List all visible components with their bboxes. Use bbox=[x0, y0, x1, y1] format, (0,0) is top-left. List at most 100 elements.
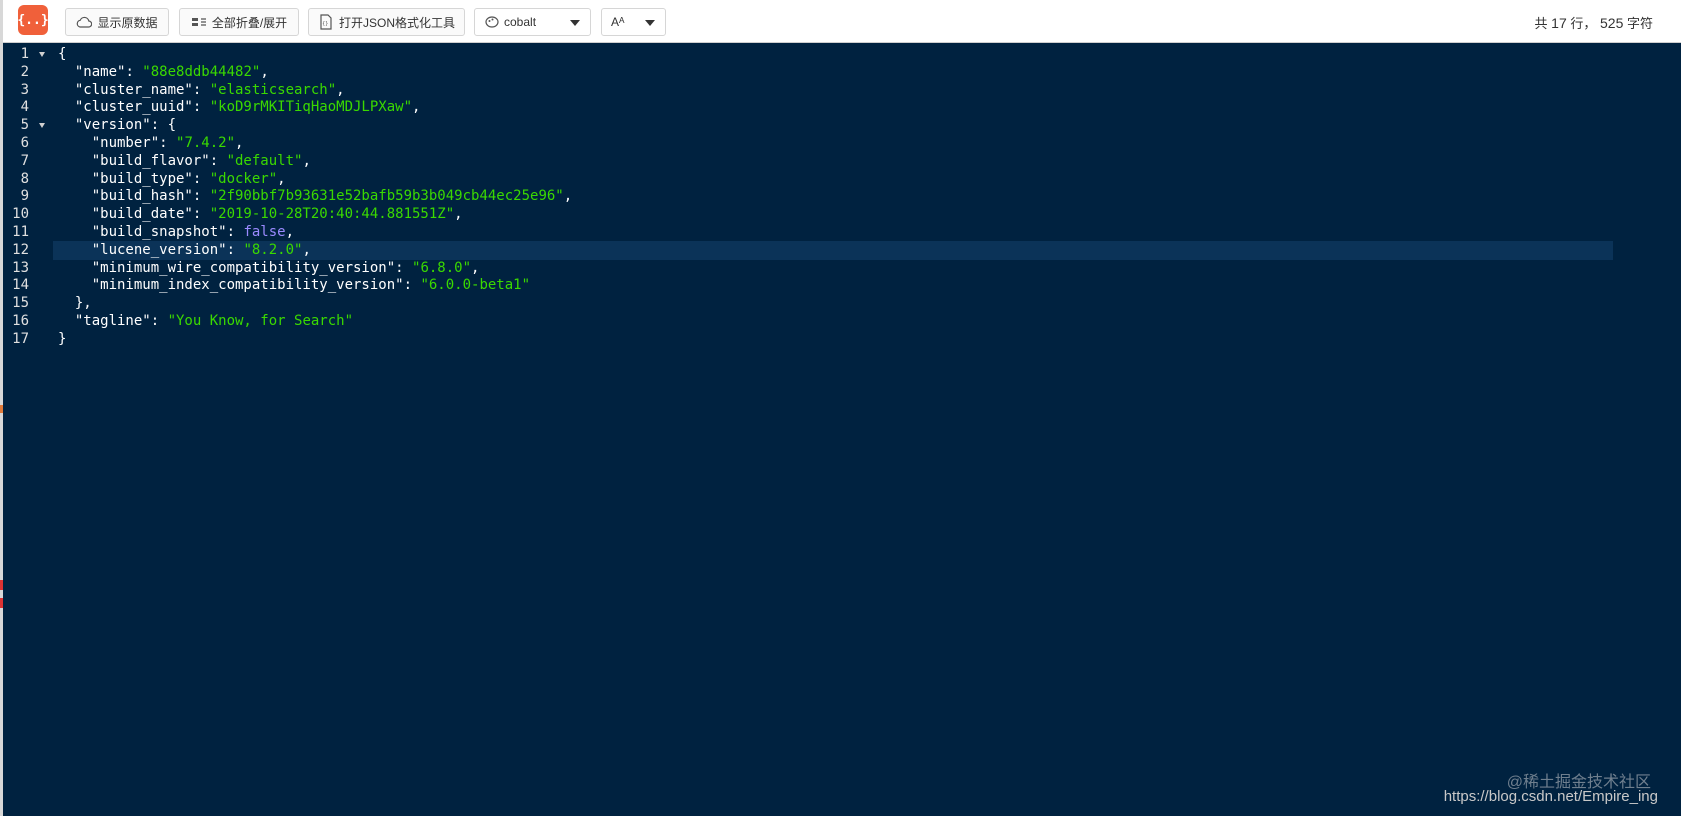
show-raw-label: 显示原数据 bbox=[97, 15, 158, 30]
toggle-all-button[interactable]: 全部折叠/展开 bbox=[179, 8, 299, 36]
json-string-value: "You Know, for Search" bbox=[167, 313, 354, 329]
json-punctuation: : bbox=[192, 81, 210, 98]
json-punctuation: : bbox=[226, 241, 244, 258]
line-number: 1 bbox=[20, 46, 29, 62]
code-line[interactable]: "build_hash": "2f90bbf7b93631e52bafb59b3… bbox=[58, 187, 572, 206]
json-punctuation: , bbox=[412, 99, 421, 116]
fold-toggle-icon[interactable] bbox=[39, 123, 45, 129]
json-string-value: "88e8ddb44482" bbox=[142, 63, 261, 80]
chevron-down-icon bbox=[645, 20, 655, 26]
json-key: "number" bbox=[58, 135, 160, 151]
json-code-editor[interactable]: 1 {2 "name": "88e8ddb44482", 3 "cluster_na… bbox=[3, 43, 1681, 816]
app-logo[interactable]: {..} bbox=[17, 5, 49, 35]
code-line[interactable]: "build_snapshot": false, bbox=[58, 223, 294, 242]
show-raw-button[interactable]: 显示原数据 bbox=[65, 8, 169, 36]
json-string-value: "default" bbox=[226, 152, 303, 169]
code-line[interactable]: "cluster_uuid": "koD9rMKITiqHaoMDJLPXaw"… bbox=[58, 98, 421, 117]
json-punctuation: : bbox=[150, 313, 168, 329]
json-key: "lucene_version" bbox=[58, 241, 227, 258]
json-punctuation: , bbox=[285, 224, 295, 240]
open-json-tool-button[interactable]: {} 打开JSON格式化工具 bbox=[308, 8, 465, 36]
gutter-line: 1 bbox=[3, 45, 55, 64]
gutter-line: 8 bbox=[3, 170, 55, 189]
code-line[interactable]: "minimum_index_compatibility_version": "… bbox=[58, 276, 530, 295]
json-string-value: "7.4.2" bbox=[176, 135, 236, 151]
json-punctuation: : bbox=[192, 99, 210, 116]
theme-select-value: cobalt bbox=[504, 15, 537, 29]
code-line[interactable]: "lucene_version": "8.2.0", bbox=[58, 241, 311, 260]
code-line[interactable]: "name": "88e8ddb44482", bbox=[58, 63, 269, 82]
json-file-icon: {} bbox=[318, 14, 334, 30]
json-punctuation: } bbox=[58, 330, 67, 347]
json-key: "version" bbox=[58, 117, 151, 134]
gutter-line: 4 bbox=[3, 98, 55, 117]
json-string-value: "2f90bbf7b93631e52bafb59b3b049cb44ec25e9… bbox=[209, 188, 564, 205]
code-line[interactable]: "build_type": "docker", bbox=[58, 170, 286, 189]
json-string-value: "elasticsearch" bbox=[209, 81, 337, 98]
line-number: 14 bbox=[12, 277, 29, 294]
gutter-line: 9 bbox=[3, 187, 55, 206]
line-number: 12 bbox=[12, 241, 29, 258]
json-punctuation: , bbox=[277, 170, 286, 187]
json-string-value: "8.2.0" bbox=[243, 241, 303, 258]
code-line[interactable]: }, bbox=[58, 294, 92, 313]
palette-icon bbox=[484, 14, 500, 30]
line-number: 16 bbox=[12, 313, 29, 329]
json-punctuation: , bbox=[302, 152, 311, 169]
fold-toggle-icon[interactable] bbox=[39, 52, 45, 57]
code-line[interactable]: "build_date": "2019-10-28T20:40:44.88155… bbox=[58, 205, 463, 224]
json-key: "minimum_index_compatibility_version" bbox=[58, 277, 404, 294]
json-punctuation: , bbox=[563, 188, 573, 205]
code-line[interactable]: "version": { bbox=[58, 116, 176, 135]
code-line[interactable]: "cluster_name": "elasticsearch", bbox=[58, 81, 345, 100]
json-key: "minimum_wire_compatibility_version" bbox=[58, 259, 396, 276]
code-line[interactable]: "minimum_wire_compatibility_version": "6… bbox=[58, 259, 480, 278]
gutter-line: 14 bbox=[3, 276, 55, 295]
line-number: 10 bbox=[12, 206, 29, 223]
svg-text:{}: {} bbox=[322, 21, 328, 27]
font-size-icon: Aᴬ bbox=[611, 15, 625, 29]
gutter-line: 2 bbox=[3, 63, 55, 82]
json-punctuation: }, bbox=[58, 295, 92, 312]
json-string-value: "2019-10-28T20:40:44.881551Z" bbox=[209, 206, 455, 223]
code-line[interactable]: "build_flavor": "default", bbox=[58, 152, 311, 171]
json-punctuation: , bbox=[336, 81, 345, 98]
json-punctuation: : bbox=[192, 170, 210, 187]
json-string-value: "6.0.0-beta1" bbox=[420, 277, 531, 294]
code-line[interactable]: "tagline": "You Know, for Search" bbox=[58, 312, 353, 331]
code-line[interactable]: { bbox=[58, 45, 66, 64]
collapse-expand-icon bbox=[191, 14, 207, 30]
line-number: 11 bbox=[12, 224, 29, 240]
json-punctuation: , bbox=[454, 206, 463, 223]
json-punctuation: , bbox=[302, 241, 311, 258]
url-overlay: https://blog.csdn.net/Empire_ing bbox=[1443, 788, 1658, 805]
line-number: 5 bbox=[20, 117, 29, 134]
stats-prefix: 共 bbox=[1534, 16, 1548, 31]
json-key: "build_snapshot" bbox=[58, 224, 227, 240]
line-number: 3 bbox=[20, 81, 29, 98]
gutter-line: 17 bbox=[3, 330, 55, 349]
font-size-select[interactable]: Aᴬ bbox=[601, 8, 666, 36]
stats-mid: 行， bbox=[1570, 16, 1597, 31]
json-key: "tagline" bbox=[58, 313, 151, 329]
gutter-line: 12 bbox=[3, 241, 55, 260]
line-number: 4 bbox=[20, 99, 29, 116]
json-punctuation: : bbox=[125, 63, 143, 80]
line-number: 9 bbox=[20, 188, 29, 205]
line-number: 13 bbox=[12, 259, 29, 276]
json-key: "cluster_name" bbox=[58, 81, 193, 98]
gutter-line: 16 bbox=[3, 312, 55, 331]
line-count: 17 bbox=[1551, 15, 1567, 31]
json-key: "build_flavor" bbox=[58, 152, 210, 169]
json-punctuation: : { bbox=[150, 117, 177, 134]
json-punctuation: : bbox=[192, 206, 210, 223]
theme-select[interactable]: cobalt bbox=[474, 8, 591, 36]
code-line[interactable]: } bbox=[58, 330, 66, 349]
line-number: 7 bbox=[20, 152, 29, 169]
json-punctuation: : bbox=[159, 135, 177, 151]
code-line[interactable]: "number": "7.4.2", bbox=[58, 134, 244, 153]
json-key: "build_hash" bbox=[58, 188, 193, 205]
line-char-stats: 共 17 行， 525 字符 bbox=[1535, 13, 1653, 32]
json-punctuation: : bbox=[395, 259, 413, 276]
open-json-tool-label: 打开JSON格式化工具 bbox=[338, 15, 455, 30]
